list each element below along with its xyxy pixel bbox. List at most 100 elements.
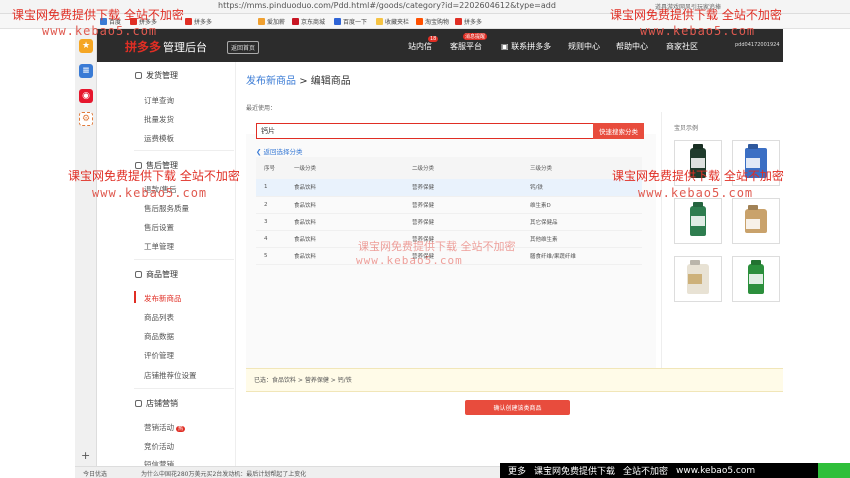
- menu-item-goods-list[interactable]: 商品列表: [144, 312, 174, 323]
- bottle-image: [690, 206, 706, 236]
- status-left[interactable]: 今日优选: [83, 469, 107, 478]
- watermark-url: www.kebao5.com: [640, 24, 756, 38]
- bookmark-item[interactable]: 拼多多: [185, 17, 212, 26]
- bookmark-item[interactable]: 百度一下: [334, 17, 367, 26]
- menu-item-new-goods[interactable]: 发布新商品: [144, 293, 182, 304]
- watermark-center: 课宝网免费提供下载 全站不加密: [358, 240, 516, 253]
- star-icon[interactable]: ★: [79, 39, 93, 53]
- menu-item-reviews[interactable]: 评价管理: [144, 350, 174, 361]
- watermark-text: 课宝网免费提供下载 全站不加密: [68, 169, 240, 183]
- watermark-center-url: www.kebao5.com: [356, 254, 463, 267]
- back-to-category-link[interactable]: ❮ 返回选择分类: [256, 146, 303, 156]
- col-level2: 二级分类: [402, 157, 520, 179]
- menu-item-after-sales-settings[interactable]: 售后设置: [144, 222, 174, 233]
- menu-item-orders[interactable]: 订单查询: [144, 95, 174, 106]
- bookmark-item[interactable]: 京东商城: [292, 17, 325, 26]
- truck-icon: [135, 72, 142, 79]
- menu-item-campaigns[interactable]: 营销活动热: [144, 422, 186, 433]
- settings-icon[interactable]: ⚙: [79, 112, 93, 126]
- main-content: 发布新商品 > 编辑商品 最近使用： 快速搜索分类 ❮ 返回选择分类 序号 一级…: [236, 62, 783, 466]
- table-header-row: 序号 一级分类 二级分类 三级分类: [256, 157, 642, 179]
- bookmark-item[interactable]: 淘宝购物: [416, 17, 449, 26]
- watermark-text: 课宝网免费提供下载 全站不加密: [610, 8, 782, 22]
- nav-community[interactable]: 商家社区: [666, 41, 698, 52]
- selected-category-bar: 已选：食品饮料 > 营养保健 > 钙/铁: [246, 368, 783, 392]
- bottle-image: [748, 264, 764, 294]
- menu-item-sms[interactable]: 短信营销: [144, 459, 174, 466]
- example-title: 宝贝示例: [674, 125, 699, 132]
- bookmark-icon: [455, 18, 462, 25]
- bookmark-icon: [292, 18, 299, 25]
- logo[interactable]: 拼多多 管理后台: [125, 38, 207, 55]
- watermark-band: 更多 课宝网免费提供下载 全站不加密 www.kebao5.com: [500, 463, 818, 478]
- status-news[interactable]: 为什么中国花280万美元买2台发动机：最后计划帮起了上变化: [141, 469, 306, 478]
- table-row[interactable]: 1 食品饮料 营养保健 钙/铁: [256, 179, 642, 197]
- watermark-text: 课宝网免费提供下载 全站不加密: [612, 169, 784, 183]
- breadcrumb-link[interactable]: 发布新商品: [246, 76, 296, 87]
- goods-icon: [135, 271, 142, 278]
- plus-icon[interactable]: +: [81, 449, 90, 462]
- example-product-image: [732, 198, 780, 244]
- example-product-image: [732, 256, 780, 302]
- category-search-input[interactable]: [256, 123, 594, 139]
- bookmark-icon: [258, 18, 265, 25]
- nav-rules[interactable]: 规则中心: [568, 41, 600, 52]
- nav-customer-service[interactable]: 客服平台: [450, 41, 482, 52]
- service-badge: 消息提醒: [463, 33, 488, 40]
- table-row[interactable]: 3 食品饮料 营养保健 其它保健品: [256, 213, 642, 231]
- breadcrumb: 发布新商品 > 编辑商品: [246, 76, 351, 87]
- weibo-icon[interactable]: ◉: [79, 89, 93, 103]
- left-margin: [0, 29, 75, 478]
- hot-badge: 热: [176, 426, 186, 432]
- bookmark-item[interactable]: 收藏夹栏: [376, 17, 409, 26]
- message-count-badge: 18: [428, 36, 439, 42]
- category-search: 快速搜索分类: [256, 123, 644, 139]
- watermark-url: www.kebao5.com: [638, 186, 754, 200]
- green-patch: [818, 463, 850, 478]
- account-name[interactable]: pdd04172001924: [735, 42, 780, 48]
- quick-search-button[interactable]: 快速搜索分类: [593, 123, 644, 139]
- menu-group-marketing[interactable]: 店铺营销: [135, 398, 178, 409]
- bookmark-icon: [416, 18, 423, 25]
- watermark-text: 课宝网免费提供下载 全站不加密: [12, 8, 184, 22]
- menu-item-bidding[interactable]: 竞价活动: [144, 441, 174, 452]
- menu-group-goods[interactable]: 商品管理: [135, 269, 178, 280]
- menu-group-shipping[interactable]: 发货管理: [135, 70, 178, 81]
- recent-label: 最近使用：: [246, 105, 277, 112]
- menu-item-goods-data[interactable]: 商品数据: [144, 331, 174, 342]
- bookmark-icon: [376, 18, 383, 25]
- chevron-left-icon: ❮: [256, 148, 262, 156]
- nav-help[interactable]: 帮助中心: [616, 41, 648, 52]
- breadcrumb-current: 编辑商品: [310, 76, 351, 87]
- menu-divider: [134, 388, 234, 389]
- jar-image: [745, 209, 767, 233]
- bookmark-item[interactable]: 爱加薪: [258, 17, 285, 26]
- bookmark-icon: [185, 18, 192, 25]
- marketing-icon: [135, 400, 142, 407]
- col-index: 序号: [256, 157, 284, 179]
- bookmark-icon: [334, 18, 341, 25]
- watermark-url: www.kebao5.com: [92, 186, 208, 200]
- nav-contact[interactable]: ▣ 联系拼多多: [501, 41, 551, 52]
- col-level1: 一级分类: [284, 157, 402, 179]
- example-panel: 宝贝示例: [661, 112, 783, 368]
- confirm-create-button[interactable]: 确认创建该类商品: [465, 400, 570, 415]
- menu-item-batch-ship[interactable]: 批量发货: [144, 114, 174, 125]
- list-icon[interactable]: ≡: [79, 64, 93, 78]
- nav-messages[interactable]: 站内信: [408, 41, 432, 52]
- jar-image: [687, 264, 709, 294]
- menu-item-tickets[interactable]: 工单管理: [144, 241, 174, 252]
- bookmark-item[interactable]: 拼多多: [455, 17, 482, 26]
- url-text[interactable]: https://mms.pinduoduo.com/Pdd.html#/good…: [218, 1, 556, 10]
- watermark-url: www.kebao5.com: [42, 24, 158, 38]
- example-product-image: [674, 198, 722, 244]
- menu-item-service-quality[interactable]: 售后服务质量: [144, 203, 189, 214]
- menu-item-freight[interactable]: 运费模板: [144, 133, 174, 144]
- browser-sidebar: ★ ≡ ◉ ⚙ +: [75, 29, 97, 466]
- table-row[interactable]: 2 食品饮料 营养保健 维生素D: [256, 196, 642, 214]
- active-indicator: [134, 291, 136, 303]
- back-home-button[interactable]: 返回首页: [227, 41, 260, 54]
- example-product-image: [674, 256, 722, 302]
- menu-item-recommend-slot[interactable]: 店铺推荐位设置: [144, 370, 197, 381]
- menu-divider: [134, 150, 234, 151]
